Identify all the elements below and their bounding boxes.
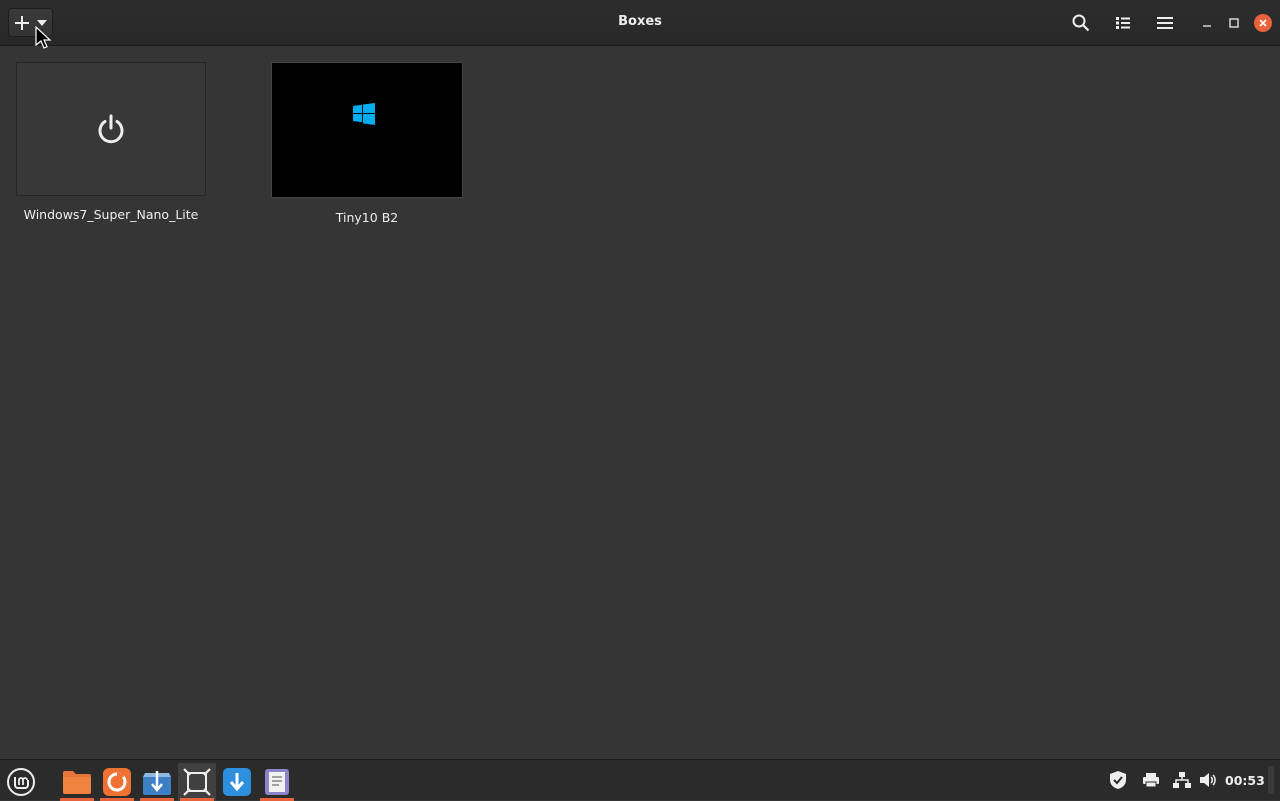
close-button[interactable]: [1254, 14, 1272, 32]
search-button[interactable]: [1070, 12, 1092, 34]
taskbar-firefox[interactable]: [98, 763, 136, 801]
box-name: Windows7_Super_Nano_Lite: [23, 207, 199, 222]
search-icon: [1072, 14, 1090, 32]
network-icon: [1173, 772, 1191, 788]
new-box-button[interactable]: [8, 8, 53, 37]
header-bar: Boxes: [0, 0, 1280, 46]
volume-icon: [1200, 773, 1216, 787]
main-menu-button[interactable]: [1154, 12, 1176, 34]
box-thumbnail[interactable]: [16, 62, 206, 196]
linux-mint-menu-icon: [7, 768, 35, 796]
box-collection: Windows7_Super_Nano_Lite Tiny10 B2: [0, 47, 1280, 759]
taskbar-files[interactable]: [58, 763, 96, 801]
close-icon: [1259, 19, 1267, 27]
files-icon: [63, 771, 91, 794]
box-item[interactable]: Windows7_Super_Nano_Lite: [16, 62, 206, 222]
minimize-icon: [1203, 25, 1211, 27]
maximize-icon: [1229, 18, 1239, 28]
chevron-down-icon: [37, 19, 47, 26]
software-manager-icon: [143, 771, 171, 795]
firefox-icon: [103, 768, 131, 796]
show-desktop-button[interactable]: [1268, 766, 1274, 794]
box-thumbnail[interactable]: [271, 62, 463, 198]
box-item[interactable]: Tiny10 B2: [271, 62, 463, 225]
plus-icon: [15, 15, 29, 30]
list-view-button[interactable]: [1112, 12, 1134, 34]
printer-icon: [1143, 773, 1159, 788]
taskbar-update-manager[interactable]: [218, 763, 256, 801]
taskbar: 00:53: [0, 759, 1280, 801]
clock[interactable]: 00:53: [1225, 773, 1265, 788]
tray-network[interactable]: [1172, 770, 1192, 790]
windows-logo-icon: [353, 103, 375, 125]
minimize-button[interactable]: [1196, 12, 1218, 34]
taskbar-boxes[interactable]: [178, 763, 216, 801]
start-menu-button[interactable]: [2, 763, 40, 801]
tray-printer[interactable]: [1141, 770, 1161, 790]
maximize-button[interactable]: [1223, 12, 1245, 34]
list-view-icon: [1116, 17, 1130, 29]
tray-security[interactable]: [1108, 770, 1128, 790]
boxes-icon: [183, 768, 211, 796]
taskbar-software-manager[interactable]: [138, 763, 176, 801]
update-manager-icon: [223, 768, 251, 796]
box-name: Tiny10 B2: [335, 210, 399, 225]
tray-volume[interactable]: [1198, 770, 1218, 790]
text-editor-icon: [265, 769, 289, 795]
hamburger-menu-icon: [1157, 17, 1173, 29]
power-icon: [98, 114, 124, 144]
shield-icon: [1110, 771, 1126, 789]
taskbar-text-editor[interactable]: [258, 763, 296, 801]
